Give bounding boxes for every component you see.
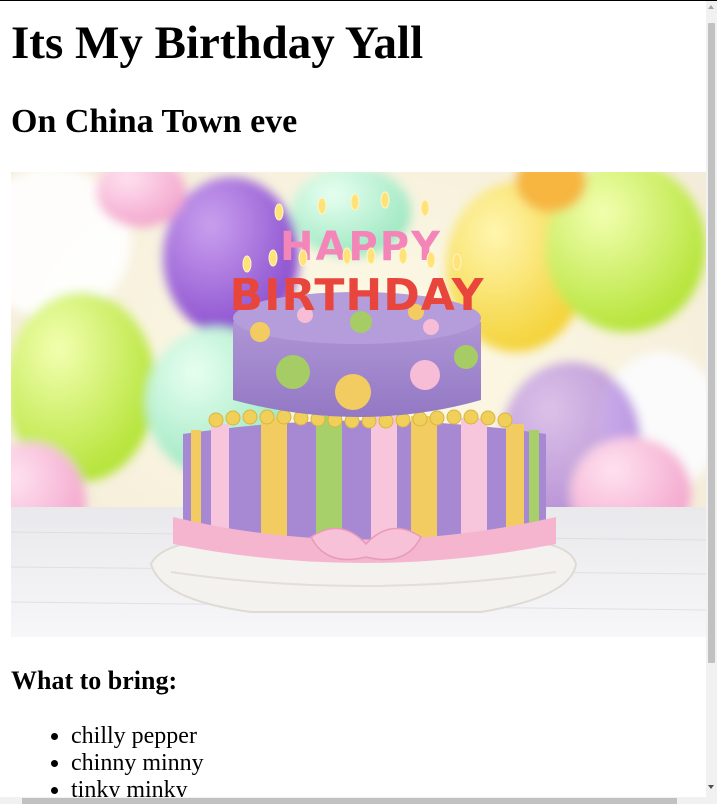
page-subtitle: On China Town eve xyxy=(11,103,298,140)
scroll-down-arrow-icon[interactable] xyxy=(708,785,714,789)
bring-list: chilly pepper chinny minny tinky minky xyxy=(22,723,204,804)
scrollbar-corner xyxy=(706,793,717,804)
bring-list-heading: What to bring: xyxy=(11,666,178,695)
page-content: Its My Birthday Yall On China Town eve H… xyxy=(0,0,706,804)
horizontal-scrollbar-thumb[interactable] xyxy=(22,798,677,804)
horizontal-scrollbar[interactable] xyxy=(0,797,706,804)
vertical-scrollbar-thumb[interactable] xyxy=(708,23,715,663)
scroll-up-arrow-icon[interactable] xyxy=(708,5,714,9)
list-item: chinny minny xyxy=(71,750,204,777)
page-title: Its My Birthday Yall xyxy=(11,17,424,69)
vertical-scrollbar[interactable] xyxy=(706,1,717,793)
cake-candle-birthday: BIRTHDAY xyxy=(230,270,485,321)
birthday-cake-image: HAPPY BIRTHDAY xyxy=(11,172,706,637)
list-item: chilly pepper xyxy=(71,723,204,750)
